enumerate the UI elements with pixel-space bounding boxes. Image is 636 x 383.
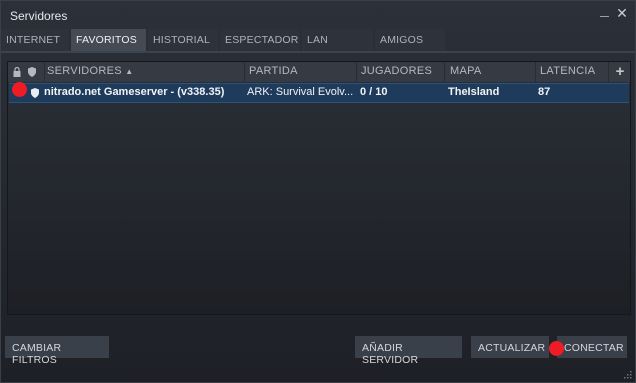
title-bar[interactable]: Servidores ✕ — [1, 1, 635, 29]
sort-ascending-icon: ▲ — [125, 67, 134, 76]
window-title: Servidores — [10, 9, 68, 23]
tab-bar: INTERNET FAVORITOS HISTORIAL ESPECTADOR … — [1, 29, 635, 51]
server-game: ARK: Survival Evolv... — [247, 86, 354, 98]
column-header-players[interactable]: JUGADORES — [361, 65, 432, 77]
column-separator[interactable] — [535, 62, 536, 82]
table-header: SERVIDORES ▲ PARTIDA JUGADORES MAPA LATE… — [8, 62, 630, 82]
column-separator[interactable] — [44, 62, 45, 82]
column-separator[interactable] — [608, 62, 609, 82]
tab-internet[interactable]: INTERNET — [1, 29, 69, 51]
red-marker — [12, 82, 27, 97]
servers-window: Servidores ✕ INTERNET FAVORITOS HISTORIA… — [0, 0, 636, 383]
column-separator[interactable] — [444, 62, 445, 82]
lock-icon[interactable] — [13, 67, 21, 77]
server-players: 0 / 10 — [360, 86, 388, 98]
server-latency: 87 — [538, 86, 551, 98]
close-icon[interactable]: ✕ — [615, 6, 629, 20]
tab-lan[interactable]: LAN — [302, 29, 373, 51]
column-header-latency[interactable]: LATENCIA — [540, 65, 595, 77]
server-map: TheIsland — [448, 86, 500, 98]
column-separator[interactable] — [244, 62, 245, 82]
column-header-map[interactable]: MAPA — [450, 65, 482, 77]
add-column-icon[interactable]: + — [613, 63, 627, 81]
column-header-servers[interactable]: SERVIDORES ▲ — [47, 65, 134, 77]
connect-button[interactable]: CONECTAR — [557, 336, 627, 358]
table-row[interactable]: nitrado.net Gameserver - (v338.35) ARK: … — [9, 83, 629, 103]
shield-icon — [31, 88, 39, 98]
red-marker — [549, 341, 564, 356]
tab-favoritos[interactable]: FAVORITOS — [71, 29, 146, 51]
add-server-button[interactable]: AÑADIR SERVIDOR — [355, 336, 462, 366]
tab-amigos[interactable]: AMIGOS — [375, 29, 445, 51]
shield-icon[interactable] — [28, 67, 36, 77]
resize-grip-icon[interactable] — [622, 369, 632, 379]
server-list[interactable]: SERVIDORES ▲ PARTIDA JUGADORES MAPA LATE… — [7, 61, 631, 315]
server-name: nitrado.net Gameserver - (v338.35) — [44, 86, 225, 98]
tab-divider — [1, 51, 635, 53]
tab-espectador[interactable]: ESPECTADOR — [220, 29, 300, 51]
column-separator[interactable] — [356, 62, 357, 82]
change-filters-button[interactable]: CAMBIAR FILTROS — [5, 336, 109, 366]
minimize-icon[interactable] — [599, 7, 611, 19]
tab-historial[interactable]: HISTORIAL — [148, 29, 218, 51]
column-header-game[interactable]: PARTIDA — [249, 65, 298, 77]
refresh-button[interactable]: ACTUALIZAR — [471, 336, 549, 358]
